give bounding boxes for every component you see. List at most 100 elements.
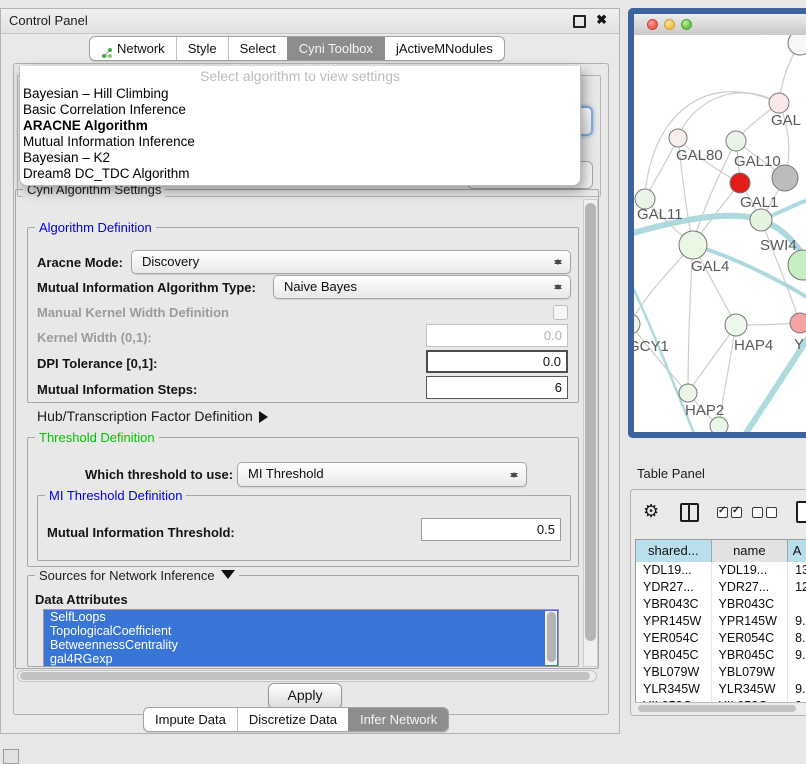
node-label-hap2: HAP2 <box>685 402 724 419</box>
network-node-gcy1[interactable] <box>634 314 640 334</box>
which-threshold-combo[interactable]: MI Threshold <box>237 462 527 487</box>
node-table: shared...nameA YDL19...YDL19...13YDR27..… <box>635 539 806 703</box>
settings-hscrollbar[interactable] <box>17 670 597 682</box>
mi-threshold-group-title: MI Threshold Definition <box>45 488 186 503</box>
attribute-item-betweennesscentrality[interactable]: BetweennessCentrality <box>44 638 558 652</box>
hub-expander[interactable]: Hub/Transcription Factor Definition <box>37 408 274 424</box>
network-canvas[interactable]: GALGAL80GAL10GAL1GAL11SWI4GAL4GCY1HAP4YH… <box>634 35 806 433</box>
table-cell: YER054C <box>636 630 712 647</box>
mi-threshold-field[interactable]: 0.5 <box>421 518 561 541</box>
popup-item-bayesian-k2[interactable]: Bayesian – K2 <box>20 150 580 166</box>
column-header-shared[interactable]: shared... <box>636 540 712 562</box>
popup-item-basic-correlation-inference[interactable]: Basic Correlation Inference <box>20 102 580 118</box>
attr-items: SelfLoopsTopologicalCoefficientBetweenne… <box>44 610 558 666</box>
aracne-mode-combo[interactable]: Discovery <box>131 250 571 274</box>
bottom-tab-infer-network[interactable]: Infer Network <box>348 708 448 731</box>
table-row[interactable]: YBR045CYBR045C9. <box>636 647 806 664</box>
popup-item-mutual-information-inference[interactable]: Mutual Information Inference <box>20 134 580 150</box>
network-node[interactable] <box>772 165 798 191</box>
tab-network[interactable]: Network <box>90 37 176 60</box>
columns-icon[interactable] <box>680 503 699 522</box>
node-label-gal80: GAL80 <box>676 147 723 164</box>
attribute-item-gal4rgexp[interactable]: gal4RGexp <box>44 652 558 666</box>
dpi-tolerance-field[interactable]: 0.0 <box>426 350 568 373</box>
mi-type-value: Naive Bayes <box>284 279 357 294</box>
float-window-icon[interactable] <box>573 15 586 28</box>
tab-label: Network <box>117 37 165 60</box>
window-title: Control Panel <box>9 13 88 28</box>
popup-item-aracne-algorithm[interactable]: ARACNE Algorithm <box>20 118 580 134</box>
zoom-traffic-light-icon[interactable] <box>681 19 692 30</box>
close-icon[interactable]: ✖ <box>596 12 607 28</box>
data-attributes-list[interactable]: SelfLoopsTopologicalCoefficientBetweenne… <box>43 609 559 667</box>
network-node[interactable] <box>788 250 806 280</box>
table-cell: 12 <box>788 579 806 596</box>
popup-item-bayesian-hill-climbing[interactable]: Bayesian – Hill Climbing <box>20 86 580 102</box>
kernel-width-field[interactable]: 0.0 <box>426 324 568 347</box>
settings-vscroll-thumb[interactable] <box>585 203 596 641</box>
network-graph: GALGAL80GAL10GAL1GAL11SWI4GAL4GCY1HAP4YH… <box>634 35 806 433</box>
table-cell: YBR045C <box>712 647 789 664</box>
attribute-item-selfloops[interactable]: SelfLoops <box>44 610 558 624</box>
apply-button[interactable]: Apply <box>268 683 342 709</box>
table-row[interactable]: YLR345WYLR345W9. <box>636 681 806 698</box>
table-cell: 9. <box>788 647 806 664</box>
show-all-columns-icon[interactable] <box>717 507 742 518</box>
tab-style[interactable]: Style <box>176 37 228 60</box>
network-node-y[interactable] <box>790 313 806 333</box>
network-node-swi4[interactable] <box>750 209 772 231</box>
table-cell: YBL079W <box>636 664 712 681</box>
table-row[interactable]: YDR27...YDR27...12 <box>636 579 806 596</box>
network-node[interactable] <box>788 35 806 55</box>
table-row[interactable]: YBR043CYBR043C <box>636 596 806 613</box>
column-header-name[interactable]: name <box>712 540 789 562</box>
which-threshold-label: Which threshold to use: <box>85 467 233 482</box>
settings-vscrollbar[interactable] <box>583 199 598 667</box>
network-node-hap2[interactable] <box>679 384 697 402</box>
network-node-gal[interactable] <box>769 93 789 113</box>
tab-select[interactable]: Select <box>228 37 287 60</box>
network-node-hap4[interactable] <box>725 314 747 336</box>
tab-cyni-toolbox[interactable]: Cyni Toolbox <box>287 37 384 60</box>
mi-steps-field[interactable]: 6 <box>426 376 568 399</box>
popup-item-dream8-dc-tdc-algorithm[interactable]: Dream8 DC_TDC Algorithm <box>20 166 580 182</box>
network-node-gal1[interactable] <box>730 173 750 193</box>
sources-group-title[interactable]: Sources for Network Inference <box>35 568 239 586</box>
mi-type-combo[interactable]: Naive Bayes <box>273 275 571 299</box>
gear-icon[interactable]: ⚙ <box>643 502 659 520</box>
table-cell <box>788 664 806 681</box>
mi-threshold-label: Mutual Information Threshold: <box>47 525 235 540</box>
hide-all-columns-icon[interactable] <box>752 507 777 518</box>
close-traffic-light-icon[interactable] <box>647 19 658 30</box>
network-window-titlebar <box>634 14 806 36</box>
bottom-tab-impute-data[interactable]: Impute Data <box>144 708 237 731</box>
table-hscroll-thumb[interactable] <box>638 705 796 712</box>
settings-hscroll-thumb[interactable] <box>20 672 590 680</box>
table-row[interactable]: YDL19...YDL19...13 <box>636 562 806 579</box>
minimize-traffic-light-icon[interactable] <box>664 19 675 30</box>
column-header-a[interactable]: A <box>788 540 806 562</box>
network-node-gal80[interactable] <box>669 129 687 147</box>
table-row[interactable]: YBL079WYBL079W <box>636 664 806 681</box>
tab-label: Impute Data <box>155 708 226 731</box>
network-node[interactable] <box>710 417 728 433</box>
table-cell: YBR045C <box>636 647 712 664</box>
tab-jactivemnodules[interactable]: jActiveMNodules <box>384 37 504 60</box>
table-row[interactable]: YER054CYER054C8. <box>636 630 806 647</box>
table-hscrollbar[interactable] <box>635 702 805 714</box>
kernel-width-label: Kernel Width (0,1): <box>37 330 152 345</box>
attr-list-scrollbar[interactable] <box>545 611 557 665</box>
sources-title-text: Sources for Network Inference <box>39 568 215 583</box>
export-table-icon[interactable] <box>796 501 806 523</box>
network-node-gal4[interactable] <box>679 231 707 259</box>
bottom-tab-discretize-data[interactable]: Discretize Data <box>237 708 348 731</box>
table-panel: ⚙ shared...nameA YDL19...YDL19...13YDR27… <box>630 489 806 716</box>
node-label-gal10: GAL10 <box>734 153 781 170</box>
table-row[interactable]: YPR145WYPR145W9. <box>636 613 806 630</box>
combo-arrows-icon <box>510 468 519 482</box>
which-threshold-value: MI Threshold <box>248 466 324 481</box>
network-node-gal10[interactable] <box>726 131 746 151</box>
manual-kernel-checkbox[interactable] <box>553 305 568 320</box>
mi-steps-label: Mutual Information Steps: <box>37 382 197 397</box>
attribute-item-topologicalcoefficient[interactable]: TopologicalCoefficient <box>44 624 558 638</box>
